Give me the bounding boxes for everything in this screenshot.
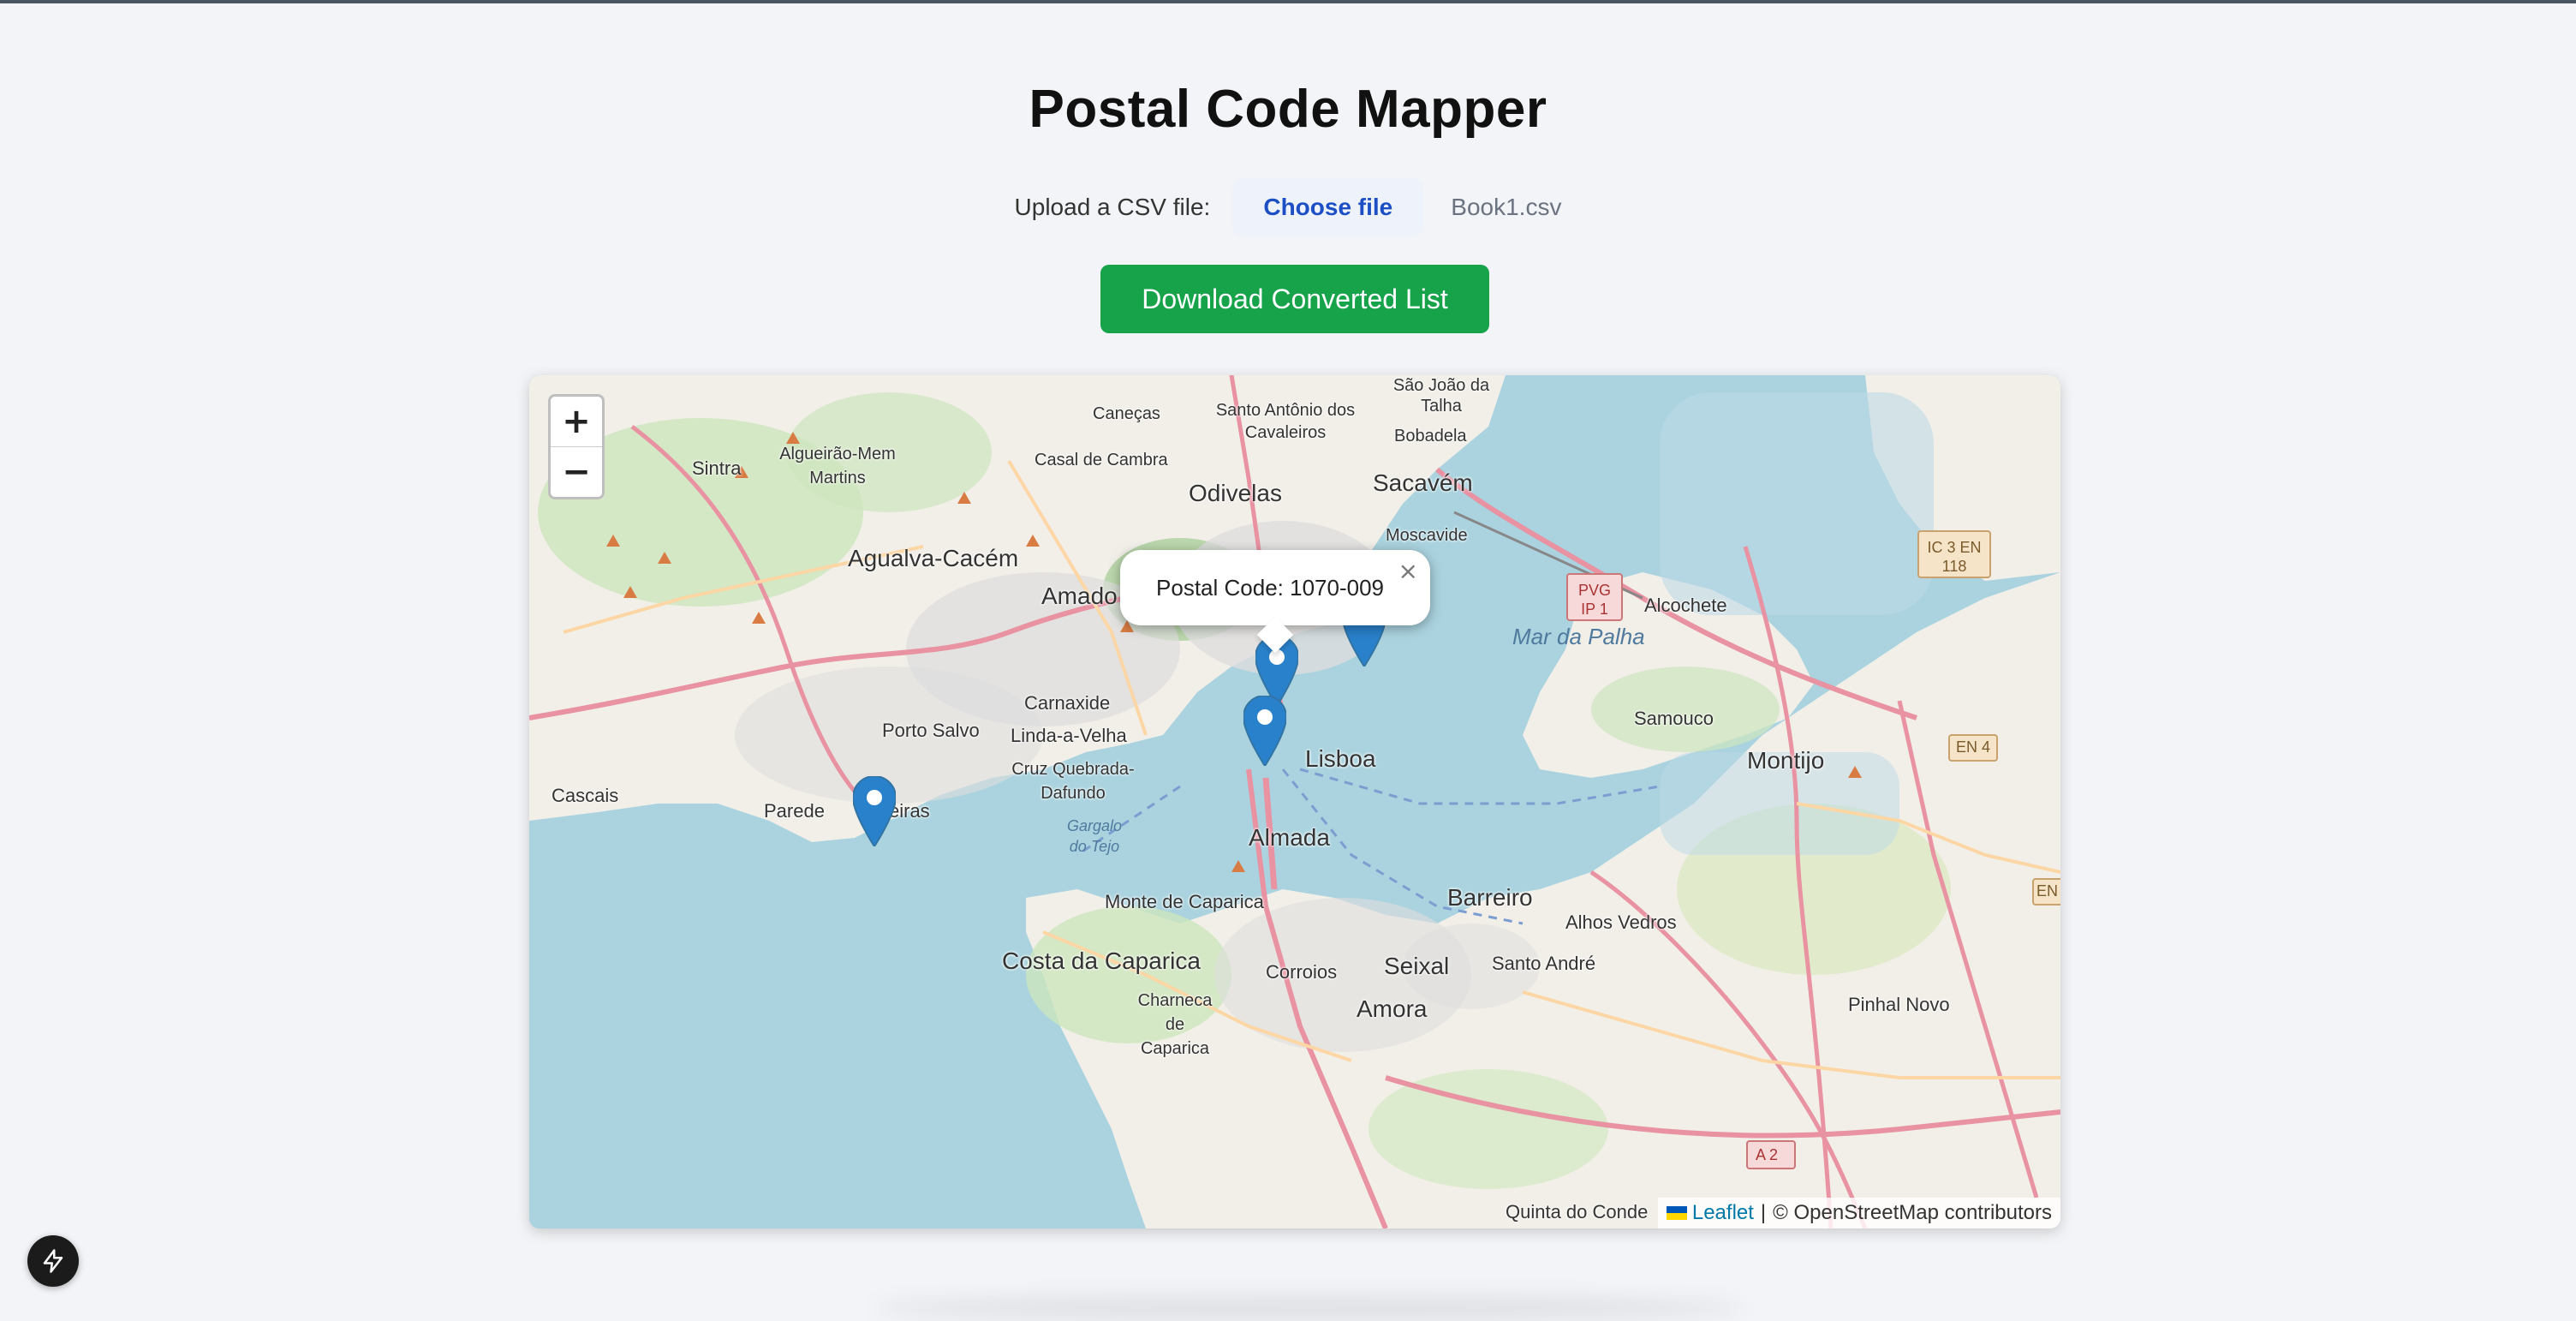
close-icon[interactable]: ×: [1398, 557, 1418, 585]
map-marker-icon[interactable]: [851, 774, 897, 848]
leaflet-link[interactable]: Leaflet: [1692, 1201, 1754, 1225]
popup-postal-code: Postal Code: 1070-009: [1156, 574, 1384, 601]
top-border: [0, 0, 2576, 3]
choose-file-button[interactable]: Choose file: [1232, 178, 1424, 236]
zoom-control: + −: [548, 394, 605, 499]
map-marker-icon[interactable]: [1242, 694, 1288, 768]
upload-row: Upload a CSV file: Choose file Book1.csv: [0, 178, 2576, 236]
zoom-out-button[interactable]: −: [551, 446, 602, 497]
upload-label: Upload a CSV file:: [1014, 194, 1211, 220]
attribution-separator: |: [1760, 1201, 1767, 1224]
download-converted-list-button[interactable]: Download Converted List: [1100, 265, 1489, 333]
lightning-bolt-icon[interactable]: [27, 1235, 79, 1287]
ukraine-flag-icon: [1666, 1206, 1687, 1220]
bottom-shadow: [874, 1295, 1747, 1321]
map-attribution: Leaflet | © OpenStreetMap contributors: [1657, 1198, 2060, 1228]
map-container[interactable]: São João da Talha Santo Antônio dos Cava…: [529, 375, 2060, 1228]
selected-file-name: Book1.csv: [1451, 194, 1562, 220]
marker-popup: Postal Code: 1070-009 ×: [1120, 550, 1430, 654]
page-title: Postal Code Mapper: [1029, 80, 1547, 139]
zoom-in-button[interactable]: +: [551, 397, 602, 446]
map-tiles: [529, 375, 2060, 1228]
osm-attribution: © OpenStreetMap contributors: [1773, 1201, 2052, 1224]
